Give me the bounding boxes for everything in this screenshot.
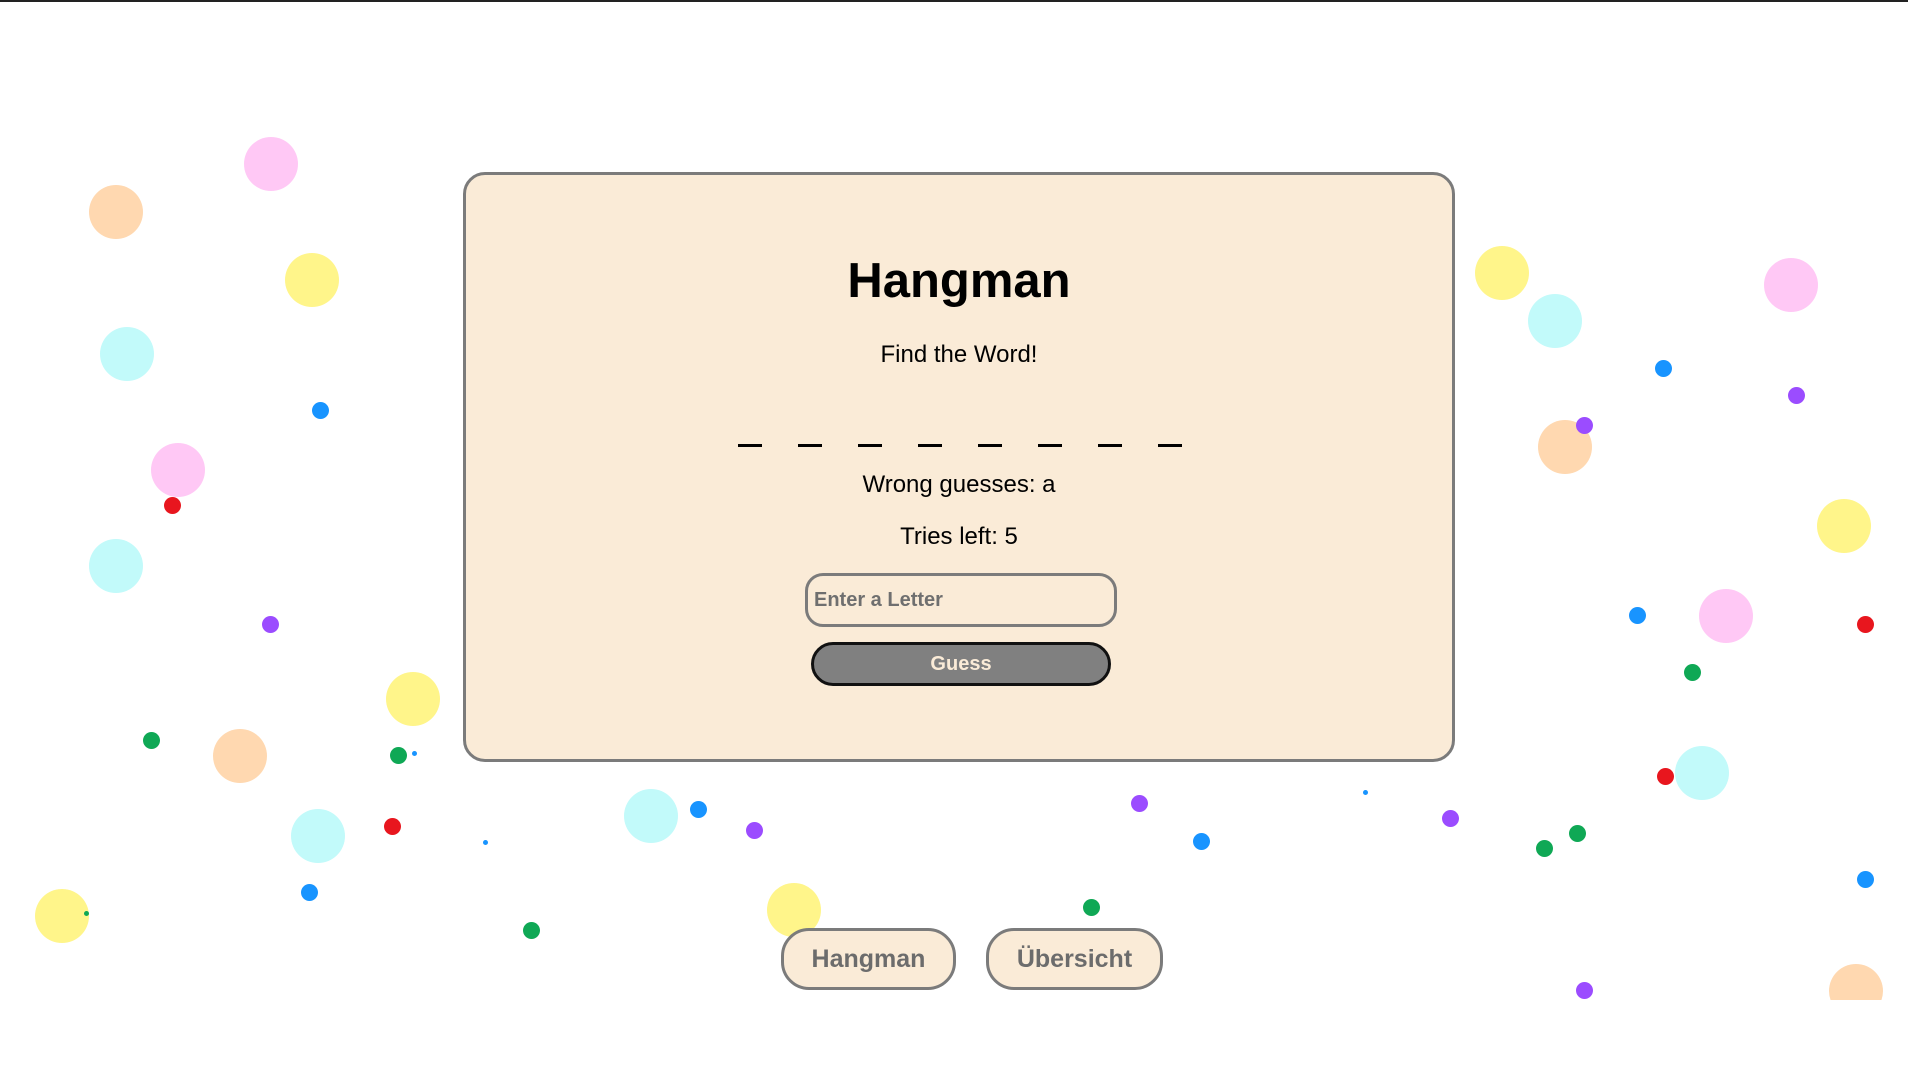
confetti-dot: [1569, 825, 1586, 842]
letter-slot: [1037, 405, 1062, 447]
confetti-dot: [624, 789, 678, 843]
confetti-dot: [386, 672, 440, 726]
confetti-dot: [390, 747, 407, 764]
confetti-dot: [483, 840, 488, 845]
word-slots: [467, 405, 1452, 447]
confetti-dot: [1576, 982, 1593, 999]
confetti-dot: [1475, 246, 1529, 300]
confetti-dot: [1829, 964, 1883, 1000]
letter-slot: [1097, 405, 1122, 447]
confetti-dot: [1857, 871, 1874, 888]
confetti-dot: [1193, 833, 1210, 850]
confetti-dot: [1857, 616, 1874, 633]
confetti-dot: [1083, 899, 1100, 916]
game-subtitle: Find the Word!: [880, 341, 1038, 368]
confetti-dot: [1699, 589, 1753, 643]
letter-slot: [977, 405, 1002, 447]
confetti-dot: [213, 729, 267, 783]
confetti-dot: [1657, 768, 1674, 785]
confetti-dot: [262, 616, 279, 633]
confetti-dot: [1528, 294, 1582, 348]
confetti-dot: [89, 539, 143, 593]
confetti-dot: [285, 253, 339, 307]
confetti-dot: [291, 809, 345, 863]
letter-slot: [737, 405, 762, 447]
confetti-dot: [1764, 258, 1818, 312]
letter-slot: [917, 405, 942, 447]
confetti-dot: [412, 751, 417, 756]
nav-hangman-button[interactable]: Hangman: [781, 928, 956, 990]
confetti-dot: [746, 822, 763, 839]
confetti-dot: [151, 443, 205, 497]
confetti-dot: [690, 801, 707, 818]
confetti-dot: [1536, 840, 1553, 857]
nav-overview-button[interactable]: Übersicht: [986, 928, 1163, 990]
tries-left-text: Tries left: 5: [900, 523, 1018, 550]
guess-button[interactable]: Guess: [811, 642, 1111, 686]
confetti-dot: [164, 497, 181, 514]
confetti-dot: [89, 185, 143, 239]
letter-slot: [797, 405, 822, 447]
confetti-dot: [1684, 664, 1701, 681]
confetti-dot: [1576, 417, 1593, 434]
game-title: Hangman: [847, 254, 1071, 308]
confetti-dot: [1363, 790, 1368, 795]
confetti-dot: [1655, 360, 1672, 377]
confetti-dot: [1442, 810, 1459, 827]
letter-input[interactable]: [805, 573, 1117, 627]
confetti-dot: [143, 732, 160, 749]
confetti-dot: [1629, 607, 1646, 624]
confetti-dot: [1788, 387, 1805, 404]
letter-slot: [857, 405, 882, 447]
confetti-dot: [84, 911, 89, 916]
confetti-dot: [384, 818, 401, 835]
confetti-dot: [1675, 746, 1729, 800]
confetti-dot: [312, 402, 329, 419]
confetti-dot: [523, 922, 540, 939]
confetti-dot: [35, 889, 89, 943]
letter-slot: [1157, 405, 1182, 447]
confetti-dot: [100, 327, 154, 381]
confetti-dot: [301, 884, 318, 901]
page: Hangman Find the Word! Wrong guesses: a …: [0, 0, 1908, 1088]
confetti-dot: [1817, 499, 1871, 553]
wrong-guesses-text: Wrong guesses: a: [862, 471, 1056, 498]
confetti-dot: [1131, 795, 1148, 812]
game-card: Hangman Find the Word! Wrong guesses: a …: [463, 172, 1455, 762]
confetti-dot: [244, 137, 298, 191]
